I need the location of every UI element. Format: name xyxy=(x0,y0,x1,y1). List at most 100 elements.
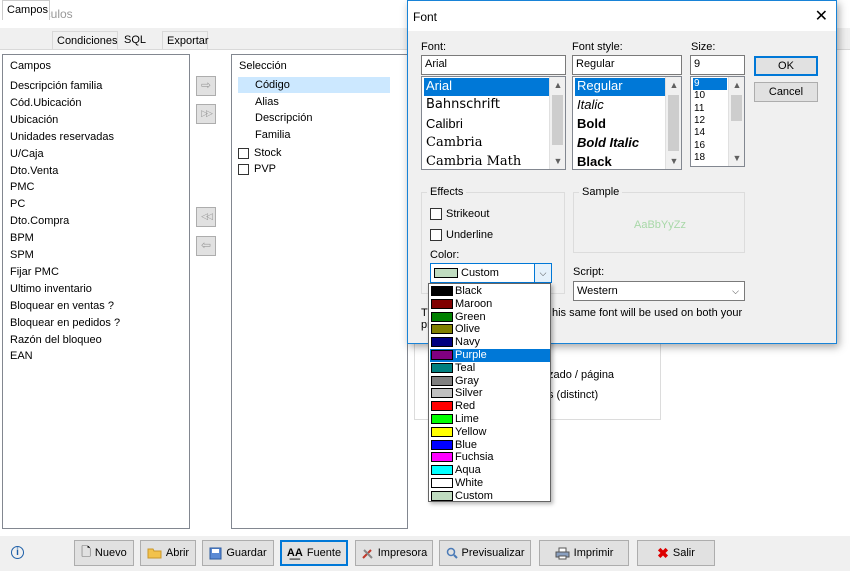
font-style-input[interactable]: Regular xyxy=(572,55,682,75)
size-list-item[interactable]: 9 xyxy=(693,78,727,90)
font-style-list[interactable]: Regular Italic Bold Bold Italic Black ▲ ▼ xyxy=(572,76,682,170)
color-select[interactable]: Custom ⌵ xyxy=(430,263,552,283)
add-field-button[interactable]: ⇨ xyxy=(196,76,216,96)
scroll-down-icon[interactable]: ▼ xyxy=(729,150,744,166)
font-list-scrollbar[interactable]: ▲ ▼ xyxy=(549,77,565,169)
list-item[interactable]: U/Caja xyxy=(10,148,44,160)
style-list-item[interactable]: Black xyxy=(575,154,665,169)
color-option-aqua[interactable]: Aqua xyxy=(430,464,550,477)
color-option-teal[interactable]: Teal xyxy=(430,362,550,375)
size-list-item[interactable]: 18 xyxy=(693,152,727,164)
info-icon[interactable]: i xyxy=(11,546,24,559)
size-list-item[interactable]: 12 xyxy=(693,115,727,127)
list-item[interactable]: Código xyxy=(255,79,290,91)
imprimir-button[interactable]: Imprimir xyxy=(539,540,629,566)
font-name-list[interactable]: Arial Bahnschrift Calibri Cambria Cambria Ma… xyxy=(421,76,566,170)
salir-button[interactable]: ✖ Salir xyxy=(637,540,715,566)
abrir-button[interactable]: Abrir xyxy=(140,540,196,566)
list-item[interactable]: Descripción xyxy=(255,112,312,124)
list-item[interactable]: Bloquear en pedidos ? xyxy=(10,317,120,329)
list-item[interactable]: Bloquear en ventas ? xyxy=(10,300,114,312)
list-item[interactable]: PMC xyxy=(10,181,34,193)
chevron-down-icon[interactable]: ⌵ xyxy=(727,282,744,300)
color-option-navy[interactable]: Navy xyxy=(430,336,550,349)
color-option-purple[interactable]: Purple xyxy=(430,349,550,362)
color-option-white[interactable]: White xyxy=(430,477,550,490)
list-item[interactable]: PC xyxy=(10,198,25,210)
list-item[interactable]: Ultimo inventario xyxy=(10,283,92,295)
list-item[interactable]: Fijar PMC xyxy=(10,266,59,278)
list-item[interactable]: Razón del bloqueo xyxy=(10,334,102,346)
list-item[interactable]: Ubicación xyxy=(10,114,58,126)
color-option-red[interactable]: Red xyxy=(430,400,550,413)
tab-sql[interactable]: SQL xyxy=(120,31,160,50)
add-all-fields-button[interactable]: ▷▷ xyxy=(196,104,216,124)
list-item[interactable]: Alias xyxy=(255,96,279,108)
scroll-up-icon[interactable]: ▲ xyxy=(729,77,744,93)
font-list-item[interactable]: Calibri xyxy=(424,116,549,134)
pvp-checkbox[interactable] xyxy=(238,164,249,175)
color-option-fuchsia[interactable]: Fuchsia xyxy=(430,451,550,464)
size-list-item[interactable]: 11 xyxy=(693,103,727,115)
size-list[interactable]: 9 10 11 12 14 16 18 ▲ ▼ xyxy=(690,76,745,167)
font-list-item[interactable]: Cambria Math xyxy=(424,154,549,169)
list-item[interactable]: Dto.Compra xyxy=(10,215,69,227)
color-option-maroon[interactable]: Maroon xyxy=(430,298,550,311)
scroll-down-icon[interactable]: ▼ xyxy=(666,153,681,169)
list-item[interactable]: Familia xyxy=(255,129,290,141)
color-dropdown[interactable]: Black Maroon Green Olive Navy Purple Teal Gray S… xyxy=(428,283,551,502)
list-item[interactable]: Unidades reservadas xyxy=(10,131,114,143)
script-select[interactable]: Western ⌵ xyxy=(573,281,745,301)
color-option-olive[interactable]: Olive xyxy=(430,323,550,336)
size-list-scrollbar[interactable]: ▲ ▼ xyxy=(728,77,744,166)
list-item[interactable]: Cód.Ubicación xyxy=(10,97,82,109)
list-item[interactable]: EAN xyxy=(10,350,33,362)
style-list-item[interactable]: Bold xyxy=(575,116,665,134)
size-list-item[interactable]: 16 xyxy=(693,140,727,152)
font-list-item[interactable]: Cambria xyxy=(424,135,549,153)
color-option-blue[interactable]: Blue xyxy=(430,439,550,452)
impresora-button[interactable]: Impresora xyxy=(355,540,433,566)
fuente-button[interactable]: A͟A Fuente xyxy=(280,540,348,566)
remove-all-fields-button[interactable]: ◁◁ xyxy=(196,207,216,227)
cancel-button[interactable]: Cancel xyxy=(754,82,818,102)
color-option-lime[interactable]: Lime xyxy=(430,413,550,426)
list-item[interactable]: BPM xyxy=(10,232,34,244)
tab-campos[interactable]: Campos xyxy=(2,0,50,20)
color-option-custom[interactable]: Custom xyxy=(430,490,550,503)
tab-exportar[interactable]: Exportar xyxy=(162,31,209,50)
list-item[interactable]: Descripción familia xyxy=(10,80,102,92)
color-option-black[interactable]: Black xyxy=(430,285,550,298)
color-option-gray[interactable]: Gray xyxy=(430,375,550,388)
scroll-down-icon[interactable]: ▼ xyxy=(550,153,565,169)
color-option-yellow[interactable]: Yellow xyxy=(430,426,550,439)
style-list-item[interactable]: Italic xyxy=(575,97,665,115)
size-list-item[interactable]: 10 xyxy=(693,90,727,102)
scroll-up-icon[interactable]: ▲ xyxy=(550,77,565,93)
font-name-input[interactable]: Arial xyxy=(421,55,566,75)
strikeout-checkbox[interactable] xyxy=(430,208,442,220)
color-option-green[interactable]: Green xyxy=(430,311,550,324)
nuevo-button[interactable]: 🗋 Nuevo xyxy=(74,540,134,566)
font-list-item[interactable]: Bahnschrift xyxy=(424,97,549,115)
stock-checkbox[interactable] xyxy=(238,148,249,159)
style-list-item[interactable]: Regular xyxy=(575,78,665,96)
color-option-silver[interactable]: Silver xyxy=(430,387,550,400)
scroll-up-icon[interactable]: ▲ xyxy=(666,77,681,93)
ok-button[interactable]: OK xyxy=(754,56,818,76)
underline-checkbox[interactable] xyxy=(430,229,442,241)
tab-condiciones[interactable]: Condiciones xyxy=(52,31,118,50)
guardar-button[interactable]: Guardar xyxy=(202,540,274,566)
list-item[interactable]: SPM xyxy=(10,249,34,261)
font-list-item[interactable]: Arial xyxy=(424,78,549,96)
remove-field-button[interactable]: ⇦ xyxy=(196,236,216,256)
size-list-item[interactable]: 14 xyxy=(693,127,727,139)
size-input[interactable]: 9 xyxy=(690,55,745,75)
style-list-item[interactable]: Bold Italic xyxy=(575,135,665,153)
close-icon[interactable]: ✕ xyxy=(815,6,828,26)
style-list-scrollbar[interactable]: ▲ ▼ xyxy=(665,77,681,169)
campos-list[interactable]: Campos Descripción familia Cód.Ubicación U… xyxy=(2,54,190,529)
chevron-down-icon[interactable]: ⌵ xyxy=(534,264,551,282)
list-item[interactable]: Dto.Venta xyxy=(10,165,58,177)
previsualizar-button[interactable]: Previsualizar xyxy=(439,540,531,566)
